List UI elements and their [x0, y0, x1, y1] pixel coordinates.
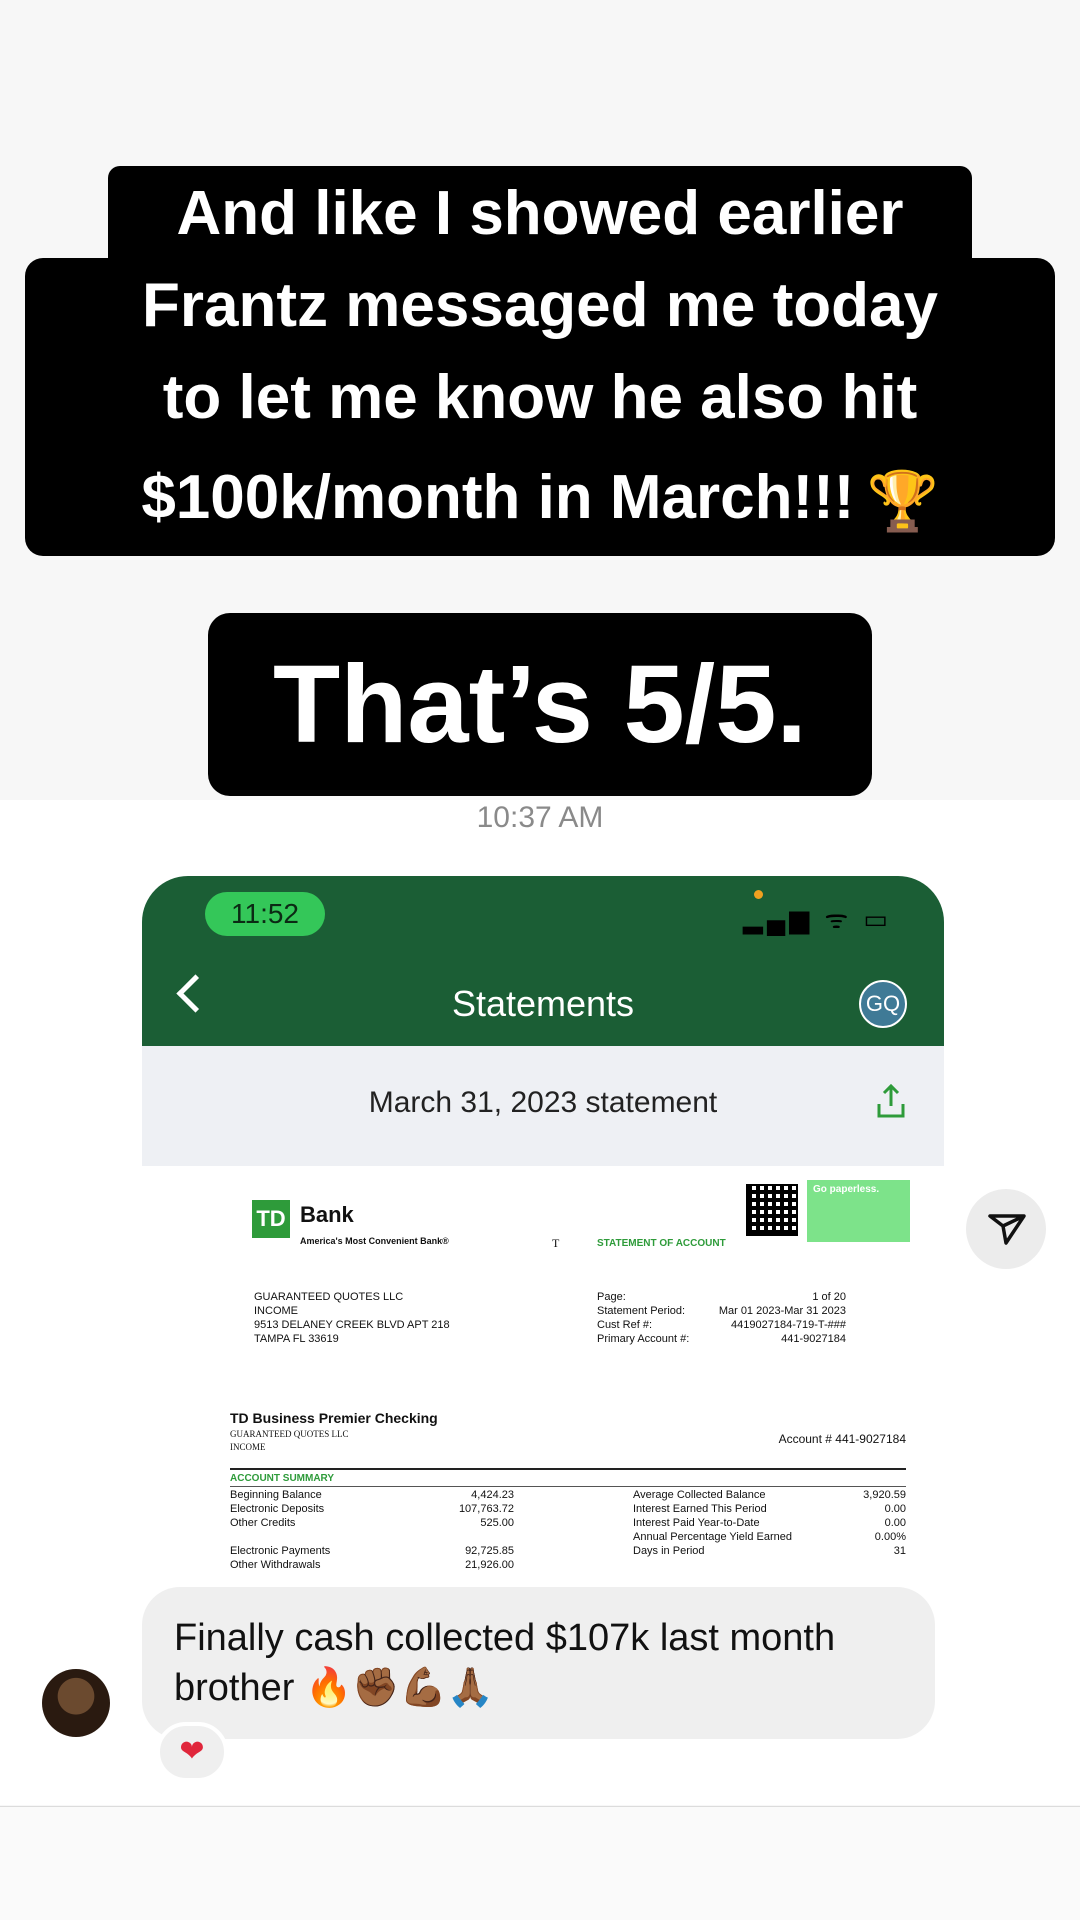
- bank-tagline: America's Most Convenient Bank®: [300, 1236, 449, 1246]
- statement-document: TD Bank America's Most Convenient Bank® …: [142, 1166, 944, 1581]
- sender-avatar[interactable]: [42, 1669, 110, 1737]
- payment-value: 92,725.85: [465, 1545, 514, 1557]
- doc-mark: T: [552, 1236, 560, 1250]
- caption-text-5: That’s 5/5.: [273, 643, 807, 766]
- statement-of-account-label: STATEMENT OF ACCOUNT: [597, 1238, 726, 1249]
- meta-value: 4419027184-719-T-###: [731, 1319, 846, 1331]
- heart-icon: ❤: [179, 1735, 205, 1768]
- caption-line-3: to let me know he also hit: [25, 350, 1055, 446]
- trophy-icon: 🏆: [866, 468, 939, 534]
- app-header: 11:52 ▂▄▆ ᯤ ▭ Statements GQ: [142, 876, 944, 1046]
- account-type-title: TD Business Premier Checking: [230, 1410, 438, 1426]
- interest-value: 3,920.59: [863, 1489, 906, 1501]
- meta-value: 1 of 20: [812, 1291, 846, 1303]
- summary-value: 525.00: [480, 1517, 514, 1529]
- paperless-banner: Go paperless.: [807, 1180, 910, 1242]
- bottom-bar: [0, 1807, 1080, 1920]
- share-icon[interactable]: [876, 1084, 906, 1118]
- interest-value: 31: [893, 1545, 906, 1557]
- summary-value: 107,763.72: [458, 1503, 514, 1515]
- share-button[interactable]: [966, 1189, 1046, 1269]
- caption-line-4: $100k/month in March!!! 🏆: [25, 444, 1055, 556]
- page-title: Statements: [451, 983, 635, 1024]
- statement-bar: March 31, 2023 statement: [142, 1046, 944, 1166]
- account-holder: GUARANTEED QUOTES LLC INCOME: [230, 1428, 349, 1454]
- message-bubble[interactable]: Finally cash collected $107k last month …: [142, 1587, 935, 1739]
- caption-text-1: And like I showed earlier: [176, 179, 904, 248]
- summary-label: Beginning Balance: [230, 1489, 322, 1501]
- heart-reaction[interactable]: ❤: [156, 1722, 228, 1782]
- caption-text-2: Frantz messaged me today: [142, 271, 938, 340]
- summary-label: Other Credits: [230, 1517, 296, 1529]
- address-line: GUARANTEED QUOTES LLC: [254, 1291, 404, 1303]
- interest-label: Average Collected Balance: [633, 1489, 766, 1501]
- holder-line: INCOME: [230, 1442, 266, 1452]
- address-line: INCOME: [254, 1305, 298, 1317]
- interest-label: Days in Period: [633, 1545, 705, 1557]
- interest-label: Interest Earned This Period: [633, 1503, 767, 1515]
- payment-label: Electronic Payments: [230, 1545, 331, 1557]
- meta-value: 441-9027184: [781, 1333, 846, 1345]
- shared-screenshot[interactable]: 11:52 ▂▄▆ ᯤ ▭ Statements GQ March 31, 20…: [142, 876, 944, 1581]
- summary-value: 4,424.23: [471, 1489, 514, 1501]
- payment-value: 21,926.00: [465, 1559, 514, 1571]
- interest-label: Annual Percentage Yield Earned: [633, 1531, 793, 1543]
- send-icon: [988, 1214, 1026, 1245]
- meta-label: Page:: [597, 1291, 626, 1303]
- td-logo: TD: [252, 1200, 290, 1238]
- statement-meta-labels: Page: Statement Period: Cust Ref #: Prim…: [597, 1290, 689, 1346]
- privacy-dot-icon: [754, 890, 763, 899]
- caption-line-2: Frantz messaged me today: [25, 258, 1055, 354]
- bank-name: Bank: [300, 1202, 354, 1227]
- message-text: Finally cash collected $107k last month …: [174, 1617, 836, 1709]
- caption-text-4: $100k/month in March!!!: [141, 463, 855, 532]
- caption-line-1: And like I showed earlier: [108, 166, 972, 262]
- interest-value: 0.00%: [874, 1531, 906, 1543]
- caption-text-3: to let me know he also hit: [162, 363, 918, 432]
- statement-title: March 31, 2023 statement: [368, 1086, 718, 1119]
- mailing-address: GUARANTEED QUOTES LLC INCOME 9513 DELANE…: [254, 1290, 450, 1346]
- interest-value: 0.00: [884, 1503, 906, 1515]
- status-icons: ▂▄▆ ᯤ ▭: [742, 904, 892, 934]
- address-line: TAMPA FL 33619: [254, 1333, 339, 1345]
- meta-value: Mar 01 2023-Mar 31 2023: [718, 1305, 846, 1317]
- meta-label: Statement Period:: [597, 1305, 686, 1317]
- status-time: 11:52: [205, 892, 325, 936]
- message-timestamp: 10:37 AM: [476, 801, 604, 834]
- payment-values: 92,725.85 21,926.00: [412, 1544, 514, 1572]
- divider: [230, 1486, 906, 1487]
- profile-avatar[interactable]: GQ: [859, 980, 907, 1028]
- interest-labels: Average Collected Balance Interest Earne…: [633, 1488, 792, 1558]
- summary-values: 4,424.23 107,763.72 525.00: [412, 1488, 514, 1530]
- meta-label: Cust Ref #:: [597, 1319, 653, 1331]
- summary-label: Electronic Deposits: [230, 1503, 325, 1515]
- summary-labels: Beginning Balance Electronic Deposits Ot…: [230, 1488, 324, 1530]
- interest-values: 3,920.59 0.00 0.00 0.00% 31: [806, 1488, 906, 1558]
- account-summary-heading: ACCOUNT SUMMARY: [230, 1473, 335, 1484]
- interest-value: 0.00: [884, 1517, 906, 1529]
- address-line: 9513 DELANEY CREEK BLVD APT 218: [254, 1319, 450, 1331]
- account-number: Account # 441-9027184: [778, 1432, 906, 1446]
- qr-code-icon: [746, 1184, 798, 1236]
- divider: [230, 1468, 906, 1470]
- interest-label: Interest Paid Year-to-Date: [633, 1517, 760, 1529]
- caption-highlight: That’s 5/5.: [208, 613, 872, 796]
- payment-label: Other Withdrawals: [230, 1559, 321, 1571]
- statement-meta-values: 1 of 20 Mar 01 2023-Mar 31 2023 44190271…: [710, 1290, 846, 1346]
- meta-label: Primary Account #:: [597, 1333, 690, 1345]
- holder-line: GUARANTEED QUOTES LLC: [230, 1429, 349, 1439]
- payment-labels: Electronic Payments Other Withdrawals: [230, 1544, 330, 1572]
